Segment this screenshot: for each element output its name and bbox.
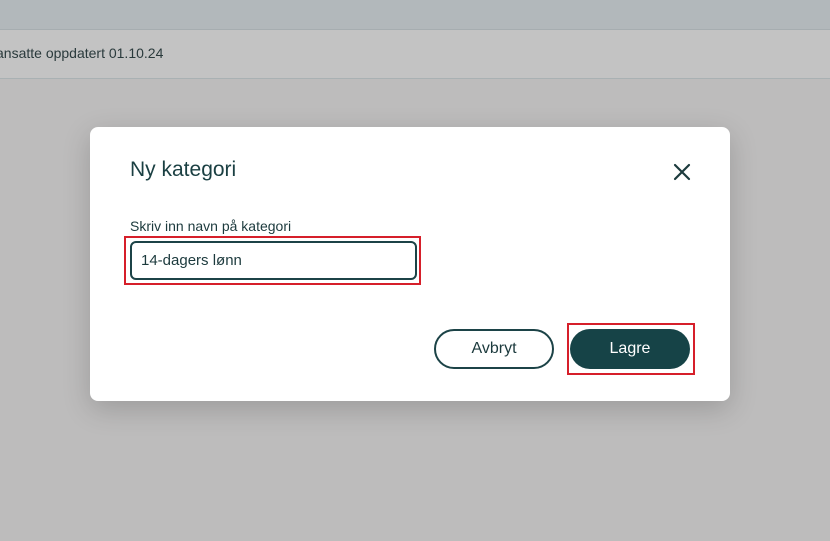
app-page: ansatte oppdatert 01.10.24 Ny kategori S…: [0, 0, 830, 541]
dialog-title: Ny kategori: [130, 158, 237, 181]
cancel-button[interactable]: Avbryt: [434, 329, 554, 369]
category-name-label: Skriv inn navn på kategori: [130, 218, 292, 234]
category-name-input[interactable]: [130, 241, 417, 280]
close-button[interactable]: [670, 160, 694, 184]
subheader-text: ansatte oppdatert 01.10.24: [0, 45, 164, 61]
close-icon: [670, 160, 694, 184]
new-category-dialog: Ny kategori Skriv inn navn på kategori A…: [90, 127, 730, 401]
top-bar: [0, 0, 830, 30]
save-button[interactable]: Lagre: [570, 329, 690, 369]
subheader-bar: ansatte oppdatert 01.10.24: [0, 30, 830, 79]
